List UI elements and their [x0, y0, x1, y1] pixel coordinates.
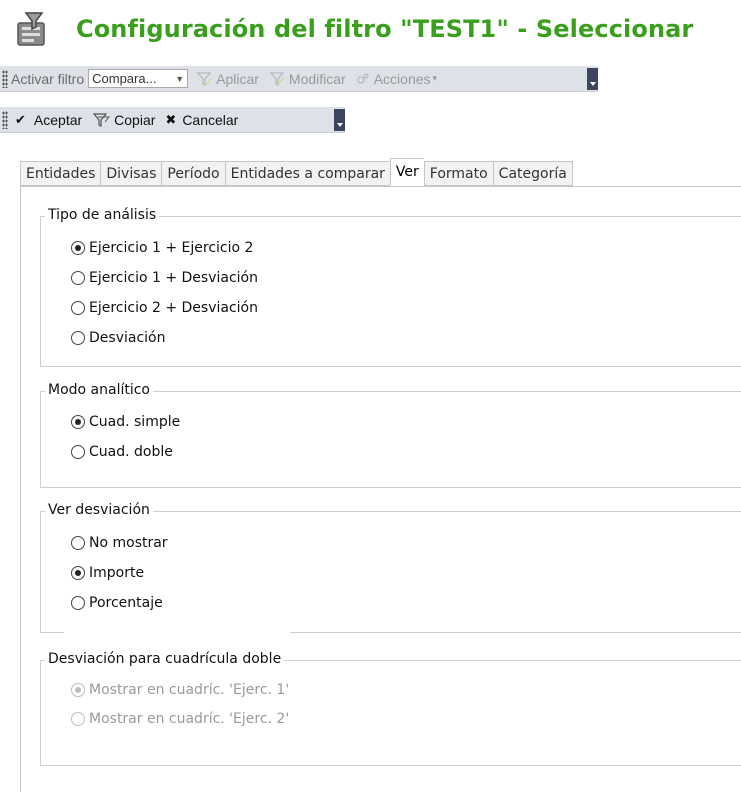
actions-label: Acciones [373, 70, 431, 87]
filter-toolbar: Activar filtro Compara... ▼ Aplicar Modi… [0, 66, 598, 92]
page-title: Configuración del filtro "TEST1" - Selec… [76, 15, 694, 43]
dialog-toolbar: ✔ Aceptar Copiar ✖ Cancelar [0, 107, 345, 133]
radio-label: Ejercicio 1 + Ejercicio 2 [89, 240, 254, 256]
radio-no-mostrar[interactable]: No mostrar [71, 535, 168, 551]
tab-divisas[interactable]: Divisas [100, 161, 162, 186]
cancel-button[interactable]: ✖ Cancelar [165, 112, 238, 128]
radio-label: Mostrar en cuadríc. 'Ejerc. 2' [89, 711, 290, 727]
radio-dot [71, 683, 85, 697]
radio-dot [71, 712, 85, 726]
radio-dot [71, 301, 85, 315]
check-icon: ✔ [15, 111, 26, 127]
filter-edit-icon [269, 71, 285, 86]
chevron-down-icon: ▾ [432, 73, 438, 83]
copy-label: Copiar [114, 111, 156, 128]
tab-formato[interactable]: Formato [423, 161, 493, 186]
title-bar: Configuración del filtro "TEST1" - Selec… [0, 0, 741, 62]
copy-button[interactable]: Copiar [92, 112, 155, 128]
tab-ver[interactable]: Ver [389, 158, 424, 185]
analytic-mode-group: Modo analítico Cuad. simple Cuad. doble [40, 382, 741, 488]
apply-button[interactable]: Aplicar [196, 71, 259, 87]
radio-label: Cuad. simple [89, 414, 181, 430]
radio-dot [71, 415, 85, 429]
apply-label: Aplicar [216, 70, 259, 87]
filter-copy-icon [92, 112, 111, 127]
chevron-down-icon: ▼ [175, 73, 185, 84]
gears-icon [357, 72, 369, 84]
radio-label: Cuad. doble [89, 444, 173, 460]
radio-dot [71, 271, 85, 285]
tab-periodo[interactable]: Período [161, 161, 225, 186]
tab-categoria[interactable]: Categoría [492, 161, 573, 186]
radio-dot [71, 241, 85, 255]
radio-importe[interactable]: Importe [71, 565, 144, 581]
radio-cuad-simple[interactable]: Cuad. simple [71, 414, 180, 430]
accept-label: Aceptar [33, 111, 83, 128]
analysis-type-group: Tipo de análisis Ejercicio 1 + Ejercicio… [40, 207, 741, 367]
radio-dot [71, 566, 85, 580]
close-icon: ✖ [165, 111, 177, 127]
filter-combo[interactable]: Compara... ▼ [88, 69, 189, 88]
radio-desviacion[interactable]: Desviación [71, 330, 165, 346]
modify-button[interactable]: Modificar [269, 71, 346, 87]
radio-dot [71, 331, 85, 345]
radio-label: Ejercicio 2 + Desviación [89, 300, 258, 316]
radio-dot [71, 536, 85, 550]
double-grid-deviation-group: Desviación para cuadrícula doble Mostrar… [40, 651, 741, 766]
filter-combo-value: Compara... [92, 71, 157, 86]
radio-ejercicio2-desviacion[interactable]: Ejercicio 2 + Desviación [71, 300, 258, 316]
activate-filter-label: Activar filtro [11, 70, 85, 87]
actions-button[interactable]: Acciones ▾ [356, 71, 437, 87]
radio-label: Importe [89, 565, 145, 581]
radio-label: Mostrar en cuadríc. 'Ejerc. 1' [89, 682, 290, 698]
radio-label: No mostrar [89, 535, 168, 551]
modify-label: Modificar [288, 70, 346, 87]
cancel-label: Cancelar [182, 111, 239, 128]
toolbar-grip[interactable] [2, 110, 8, 129]
radio-dot [71, 596, 85, 610]
toolbar-grip[interactable] [2, 69, 8, 88]
radio-label: Ejercicio 1 + Desviación [89, 270, 258, 286]
radio-mostrar-ejerc1[interactable]: Mostrar en cuadríc. 'Ejerc. 1' [71, 682, 289, 698]
group-legend: Modo analítico [45, 382, 153, 398]
accept-button[interactable]: ✔ Aceptar [15, 112, 82, 128]
radio-ejercicio1-desviacion[interactable]: Ejercicio 1 + Desviación [71, 270, 258, 286]
show-deviation-group: Ver desviación No mostrar Importe Porcen… [40, 502, 741, 633]
group-legend: Desviación para cuadrícula doble [45, 651, 285, 667]
radio-cuad-doble[interactable]: Cuad. doble [71, 444, 173, 460]
divider-gap [64, 626, 290, 638]
radio-dot [71, 445, 85, 459]
filter-settings-icon [12, 9, 52, 49]
toolbar-overflow-button[interactable] [334, 108, 345, 131]
radio-label: Porcentaje [89, 595, 163, 611]
radio-label: Desviación [89, 330, 166, 346]
radio-porcentaje[interactable]: Porcentaje [71, 595, 163, 611]
radio-mostrar-ejerc2[interactable]: Mostrar en cuadríc. 'Ejerc. 2' [71, 711, 289, 727]
toolbar-overflow-button[interactable] [587, 67, 598, 90]
tab-strip: Entidades Divisas Período Entidades a co… [20, 158, 573, 186]
group-legend: Tipo de análisis [45, 207, 160, 223]
tab-entidades[interactable]: Entidades [20, 161, 101, 186]
radio-ejercicio1-ejercicio2[interactable]: Ejercicio 1 + Ejercicio 2 [71, 240, 253, 256]
filter-apply-icon [196, 71, 212, 86]
tab-entidades-a-comparar[interactable]: Entidades a comparar [224, 161, 390, 186]
group-legend: Ver desviación [45, 502, 153, 518]
